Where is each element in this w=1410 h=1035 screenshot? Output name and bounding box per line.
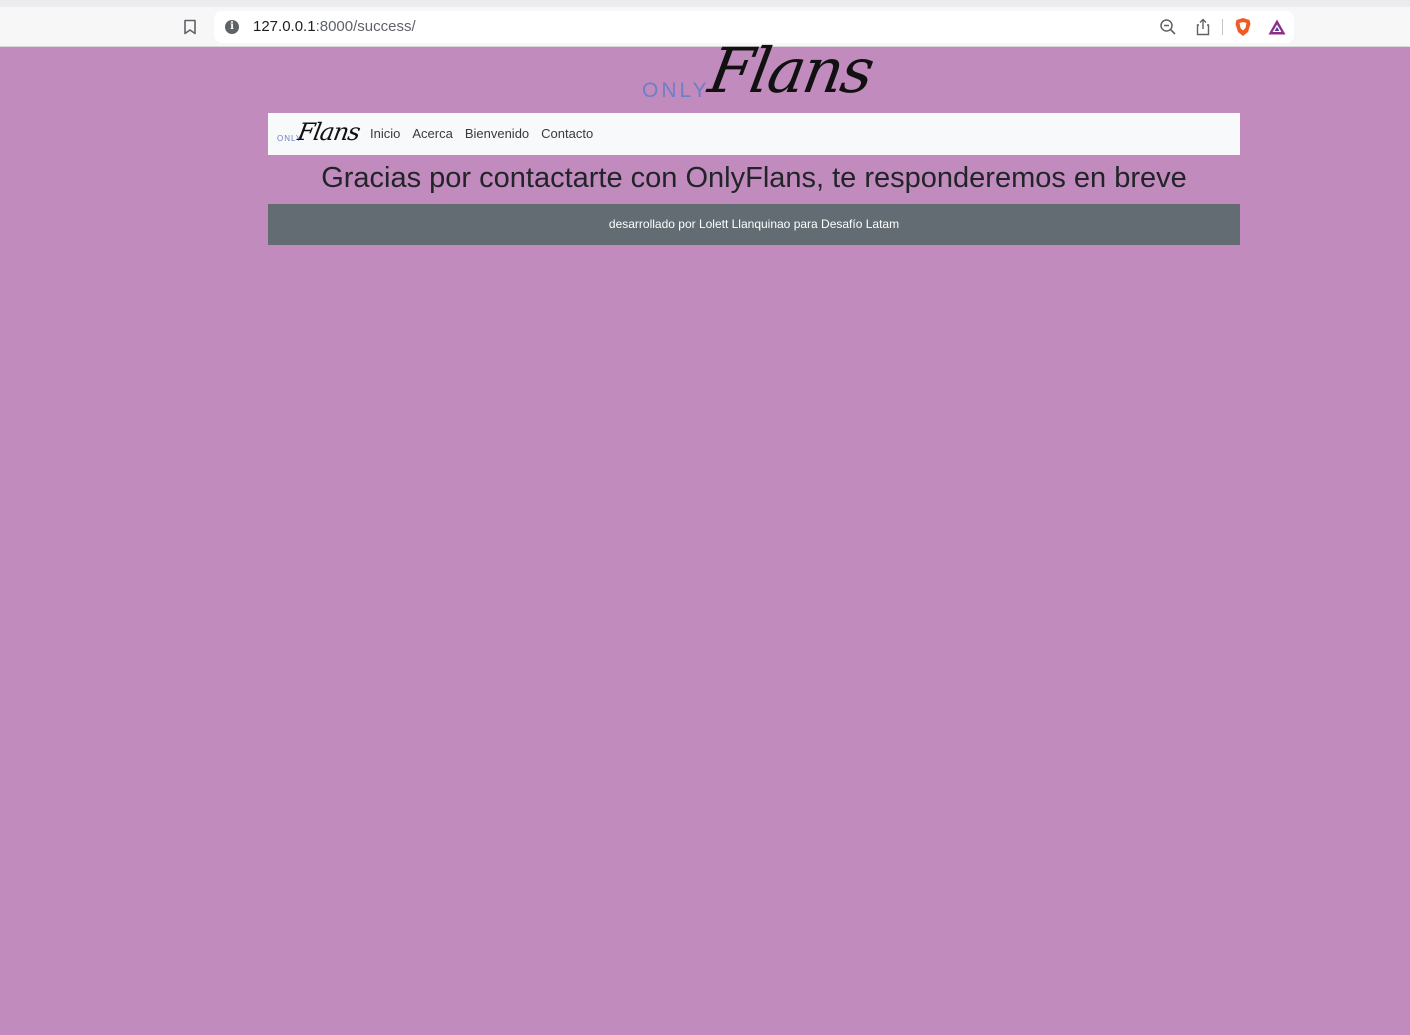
- bookmark-icon[interactable]: [180, 17, 200, 37]
- url-text[interactable]: 127.0.0.1:8000/success/: [253, 18, 416, 35]
- nav-link-contacto[interactable]: Contacto: [541, 126, 593, 141]
- zoom-out-icon[interactable]: [1158, 17, 1178, 37]
- footer: desarrollado por Lolett Llanquinao para …: [268, 204, 1240, 245]
- nav-links: Inicio Acerca Bienvenido Contacto: [370, 126, 593, 141]
- navbar-brand-logo[interactable]: ONLY Flans: [276, 118, 362, 147]
- footer-text: desarrollado por Lolett Llanquinao para …: [608, 217, 900, 231]
- page-title: Gracias por contactarte con OnlyFlans, t…: [321, 162, 1187, 194]
- browser-toolbar: i 127.0.0.1:8000/success/: [0, 0, 1410, 47]
- nav-link-bienvenido[interactable]: Bienvenido: [465, 126, 529, 141]
- brand-flans-text: Flans: [295, 118, 362, 146]
- nav-link-inicio[interactable]: Inicio: [370, 126, 400, 141]
- logo-only-text: ONLY: [642, 79, 710, 102]
- navbar: ONLY Flans Inicio Acerca Bienvenido Cont…: [268, 113, 1240, 155]
- url-path: :8000/success/: [315, 18, 416, 35]
- brave-shield-icon[interactable]: [1233, 17, 1253, 37]
- nav-link-acerca[interactable]: Acerca: [412, 126, 452, 141]
- toolbar-separator: [1222, 19, 1223, 35]
- url-host: 127.0.0.1: [253, 18, 316, 35]
- share-icon[interactable]: [1193, 17, 1213, 37]
- brave-rewards-icon[interactable]: [1267, 17, 1287, 37]
- site-logo-banner: ONLY Flans: [640, 34, 878, 110]
- logo-flans-text: Flans: [703, 34, 878, 107]
- info-icon[interactable]: i: [225, 20, 239, 34]
- tab-strip: [0, 0, 1410, 7]
